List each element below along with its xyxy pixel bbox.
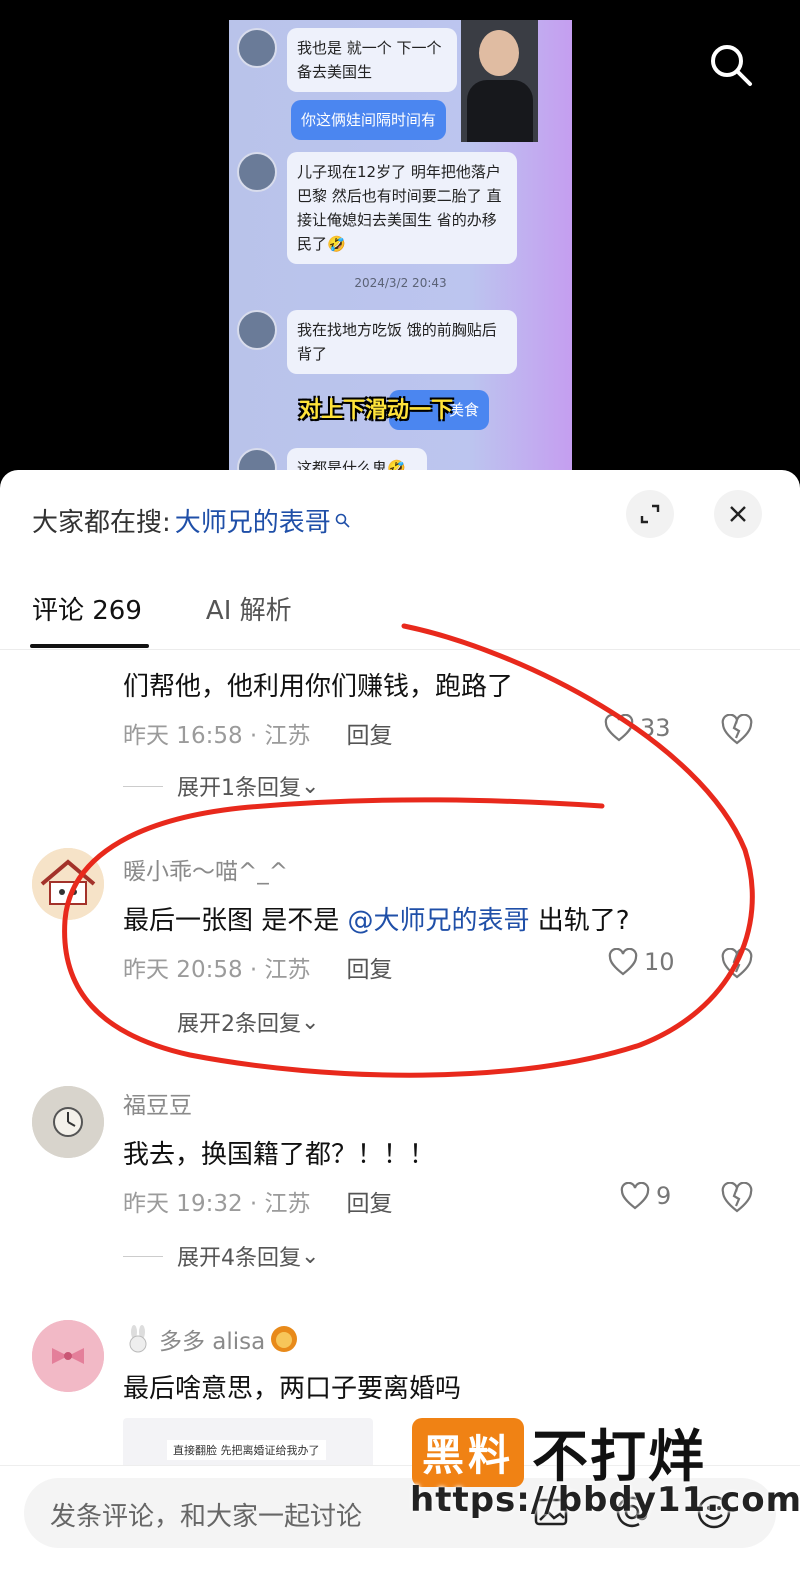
chat-message: 你这俩娃间隔时间有 [291,100,447,140]
lion-emoji-icon [271,1326,298,1352]
expand-replies-label: 展开4条回复 [177,1246,301,1271]
comment-text: 最后啥意思，两口子要离婚吗 [123,1374,462,1404]
video-subtitle: 对上下滑动一下 [299,398,454,423]
chat-message: 儿子现在12岁了 明年把他落户巴黎 然后也有时间要二胎了 直接让俺媳妇去美国生 … [237,152,517,264]
divider [0,649,800,650]
search-icon[interactable] [708,42,754,88]
chat-bubble: 我在找地方吃饭 饿的前胸贴后背了 [287,310,517,374]
comment-meta: 昨天 20:58 · 江苏 回复 [123,950,393,984]
heart-icon [620,1182,650,1210]
chat-bubble: 你这俩娃间隔时间有 [291,100,447,140]
comment-time-location: 昨天 19:32 · 江苏 [123,1191,311,1217]
like-button[interactable]: 10 [608,948,675,976]
close-button[interactable] [714,490,762,538]
comment-username-text: 多多 alisa [159,1329,266,1355]
expand-replies[interactable]: 展开1条回复 ⌄ [123,770,319,802]
chat-bubble: 我也是 就一个 下一个 备去美国生 [287,28,457,92]
comment-username[interactable]: 福豆豆 [123,1086,192,1120]
chat-message: 我在找地方吃饭 饿的前胸贴后背了 [237,310,517,374]
like-button[interactable]: 9 [620,1182,671,1210]
expand-replies-label: 展开1条回复 [177,776,301,801]
video-player[interactable]: 我也是 就一个 下一个 备去美国生 你这俩娃间隔时间有 儿子现在12岁了 明年把… [0,0,800,485]
dislike-icon[interactable] [720,948,754,980]
heart-icon [604,714,634,742]
expand-replies[interactable]: 展开2条回复 ⌄ [123,1006,319,1038]
trending-search-label: 大家都在搜: [32,508,171,538]
expand-replies[interactable]: 展开4条回复 ⌄ [123,1240,319,1272]
like-count: 9 [656,1182,672,1210]
expand-button[interactable] [626,490,674,538]
camera-overlay [461,20,538,142]
like-button[interactable]: 33 [604,714,671,742]
comment-text: 最后一张图 是不是 @大师兄的表哥 出轨了? [123,906,630,936]
comment-text: 们帮他，他利用你们赚钱，跑路了 [123,672,514,702]
expand-icon [640,504,660,524]
chat-message: 我也是 就一个 下一个 备去美国生 [237,28,457,92]
active-tab-indicator [30,644,149,648]
comment-username[interactable]: 暖小乖～喵^_^ [123,852,288,886]
comment-input-placeholder: 发条评论，和大家一起讨论 [50,1502,363,1532]
tab-comments[interactable]: 评论 269 [32,590,142,627]
like-count: 10 [644,948,675,976]
chat-bubble: 儿子现在12岁了 明年把他落户巴黎 然后也有时间要二胎了 直接让俺媳妇去美国生 … [287,152,517,264]
avatar[interactable] [32,1086,104,1158]
trending-search[interactable]: 大家都在搜: 大师兄的表哥 [32,502,351,539]
cat-house-avatar-icon [32,848,104,920]
expand-replies-label: 展开2条回复 [177,1012,301,1037]
chat-avatar [237,152,277,192]
mention-link[interactable]: @大师兄的表哥 [348,906,530,936]
comment-meta: 昨天 16:58 · 江苏 回复 [123,716,393,750]
chat-avatar [237,28,277,68]
avatar[interactable] [32,848,104,920]
reply-button[interactable]: 回复 [347,957,393,983]
trending-search-term[interactable]: 大师兄的表哥 [175,502,331,539]
reply-button[interactable]: 回复 [347,1191,393,1217]
avatar[interactable] [32,1320,104,1392]
comment-time-location: 昨天 20:58 · 江苏 [123,957,311,983]
comment-username[interactable]: 多多 alisa [123,1322,299,1356]
comment-meta: 昨天 19:32 · 江苏 回复 [123,1184,393,1218]
chat-avatar [237,310,277,350]
preview-text: 直接翻脸 先把离婚证给我办了 [167,1440,326,1460]
dislike-icon[interactable] [720,1182,754,1214]
reply-button[interactable]: 回复 [347,723,393,749]
like-count: 33 [640,714,671,742]
close-icon [730,506,746,522]
comment-time-location: 昨天 16:58 · 江苏 [123,723,311,749]
comment-text: 我去，换国籍了都？！！！ [123,1140,436,1170]
heart-icon [608,948,638,976]
chat-screenshot: 我也是 就一个 下一个 备去美国生 你这俩娃间隔时间有 儿子现在12岁了 明年把… [229,20,572,485]
tab-ai-analysis[interactable]: AI 解析 [206,590,292,627]
watch-avatar-icon [32,1086,104,1158]
watermark-badge: 黑料 [412,1418,525,1487]
comment-tabs: 评论 269 AI 解析 [32,590,356,627]
watermark-url: https://bbdy11.com [410,1480,800,1520]
rabbit-emoji-icon [129,1325,147,1353]
search-icon [335,513,350,528]
chat-timestamp: 2024/3/2 20:43 [354,276,447,290]
bow-avatar-icon [32,1320,104,1392]
dislike-icon[interactable] [720,714,754,746]
